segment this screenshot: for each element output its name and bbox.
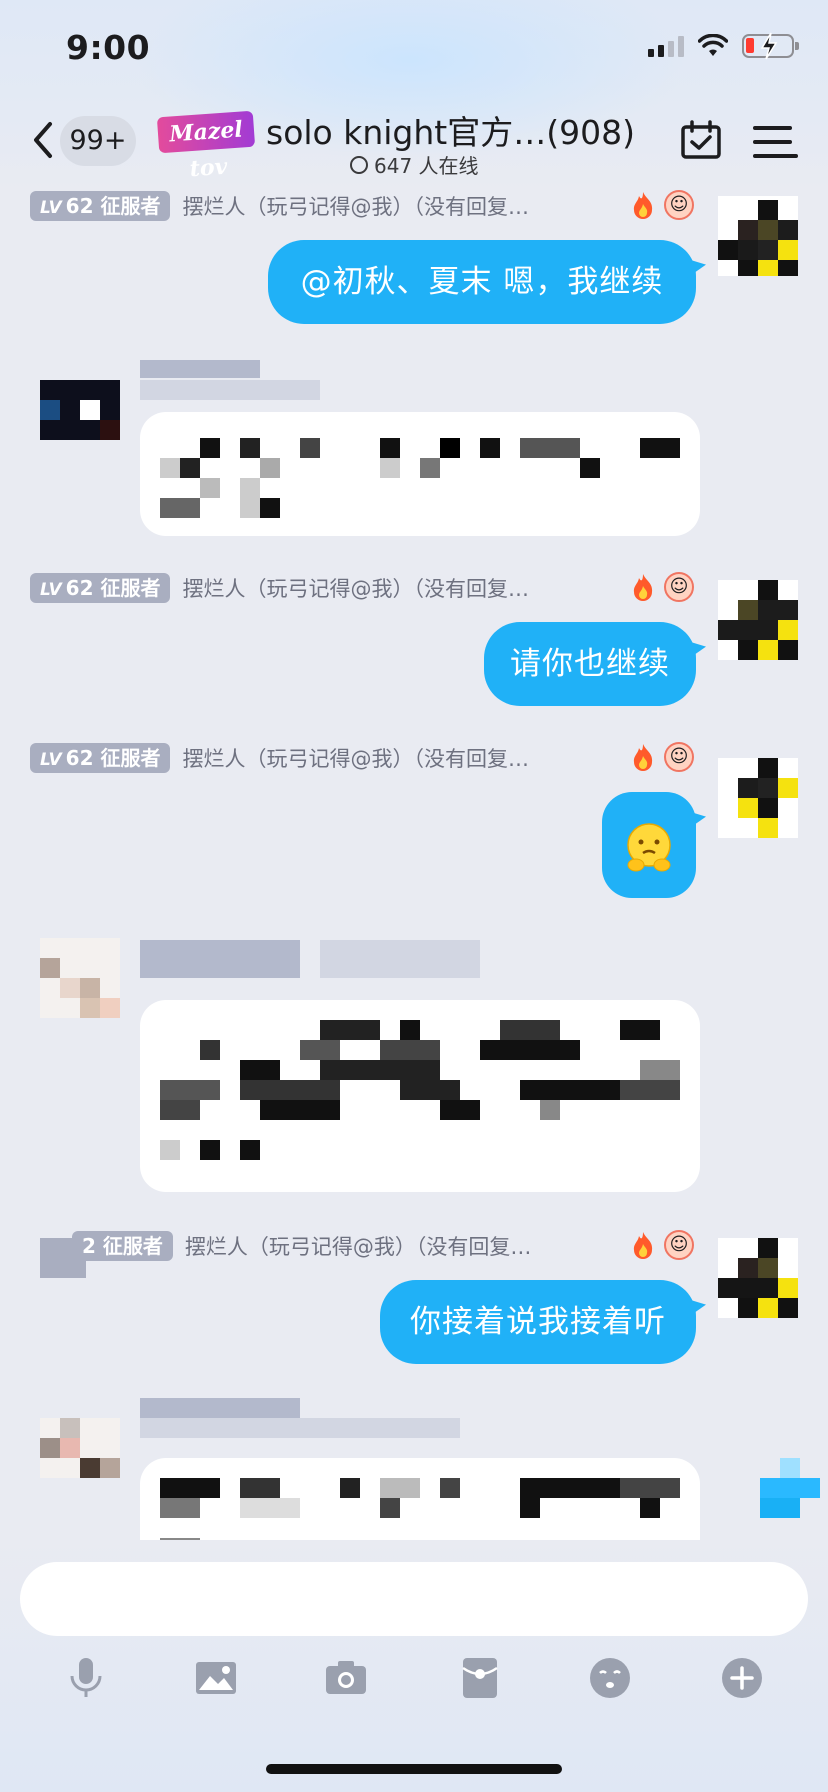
home-indicator[interactable] <box>266 1764 562 1774</box>
level-badge: LV 62 征服者 <box>30 191 171 221</box>
level-badge: 2 征服者 <box>72 1231 173 1261</box>
sender-name-blurred <box>140 940 300 978</box>
sender-name[interactable]: 摆烂人（玩弓记得@我）（没有回复… <box>185 1231 563 1261</box>
cellular-signal-icon <box>648 35 684 57</box>
sender-avatar[interactable] <box>40 938 120 1018</box>
wifi-icon <box>698 34 728 56</box>
sender-meta: LV 62 征服者 摆烂人（玩弓记得@我）（没有回复… <box>30 572 602 604</box>
smile-badge-icon: ☺ <box>664 742 694 772</box>
my-avatar[interactable] <box>718 758 798 838</box>
flame-icon <box>633 574 653 601</box>
sender-title-blurred <box>140 1418 460 1438</box>
calendar-check-icon[interactable] <box>680 120 722 160</box>
sender-name[interactable]: 摆烂人（玩弓记得@我）（没有回复… <box>182 743 602 773</box>
back-arrow-icon[interactable] <box>30 120 56 160</box>
my-avatar[interactable] <box>718 1238 798 1318</box>
sender-name[interactable]: 摆烂人（玩弓记得@我）（没有回复… <box>182 191 602 221</box>
shy-face-emoji-icon <box>627 822 671 871</box>
red-packet-icon[interactable] <box>458 1656 502 1700</box>
sender-avatar[interactable] <box>40 1418 120 1498</box>
sender-avatar[interactable] <box>40 380 120 460</box>
status-icons <box>648 32 799 60</box>
microphone-icon[interactable] <box>64 1656 108 1700</box>
chat-toolbar <box>0 1648 828 1708</box>
message-input[interactable] <box>20 1562 808 1636</box>
sender-title-blurred <box>320 940 480 978</box>
flame-icon <box>633 192 653 219</box>
sticker-bubble-outgoing[interactable] <box>602 792 696 898</box>
camera-icon[interactable] <box>324 1656 368 1700</box>
online-count-label: 647 人在线 <box>374 154 479 178</box>
message-bubble-outgoing[interactable]: 请你也继续 <box>484 622 696 706</box>
sender-meta: LV 62 征服者 摆烂人（玩弓记得@我）（没有回复… <box>30 742 602 774</box>
message-bubble-outgoing[interactable]: 你接着说我接着听 <box>380 1280 696 1364</box>
flame-icon <box>633 744 653 771</box>
plus-icon[interactable] <box>720 1656 764 1700</box>
message-bubble-incoming[interactable] <box>140 1000 700 1192</box>
group-logo: Mazel tov <box>156 110 256 182</box>
online-count[interactable]: 647 人在线 <box>350 150 479 179</box>
partial-my-avatar <box>760 1458 820 1518</box>
sender-name-blurred <box>140 360 260 378</box>
battery-icon <box>742 32 799 60</box>
online-status-icon <box>350 155 368 174</box>
unread-count-badge[interactable]: 99+ <box>60 116 136 166</box>
sender-meta: LV 62 征服者 摆烂人（玩弓记得@我）（没有回复… <box>30 190 602 222</box>
smile-badge-icon: ☺ <box>664 572 694 602</box>
group-title[interactable]: solo knight官方…(908) <box>266 106 635 154</box>
emoji-icon[interactable] <box>588 1656 632 1700</box>
my-avatar[interactable] <box>718 580 798 660</box>
flame-icon <box>633 1232 653 1259</box>
sender-meta: 2 征服者 摆烂人（玩弓记得@我）（没有回复… <box>72 1230 563 1262</box>
level-badge: LV 62 征服者 <box>30 573 171 603</box>
menu-icon[interactable] <box>752 124 798 160</box>
sender-title-blurred <box>140 380 320 400</box>
level-badge: LV 62 征服者 <box>30 743 171 773</box>
message-bubble-incoming[interactable] <box>140 412 700 536</box>
status-time: 9:00 <box>66 28 151 67</box>
sender-name-blurred <box>140 1398 300 1418</box>
sender-name[interactable]: 摆烂人（玩弓记得@我）（没有回复… <box>182 573 602 603</box>
smile-badge-icon: ☺ <box>664 190 694 220</box>
smile-badge-icon: ☺ <box>664 1230 694 1260</box>
message-bubble-outgoing[interactable]: @初秋、夏末 嗯，我继续 <box>268 240 696 324</box>
image-icon[interactable] <box>194 1656 238 1700</box>
my-avatar[interactable] <box>718 196 798 276</box>
